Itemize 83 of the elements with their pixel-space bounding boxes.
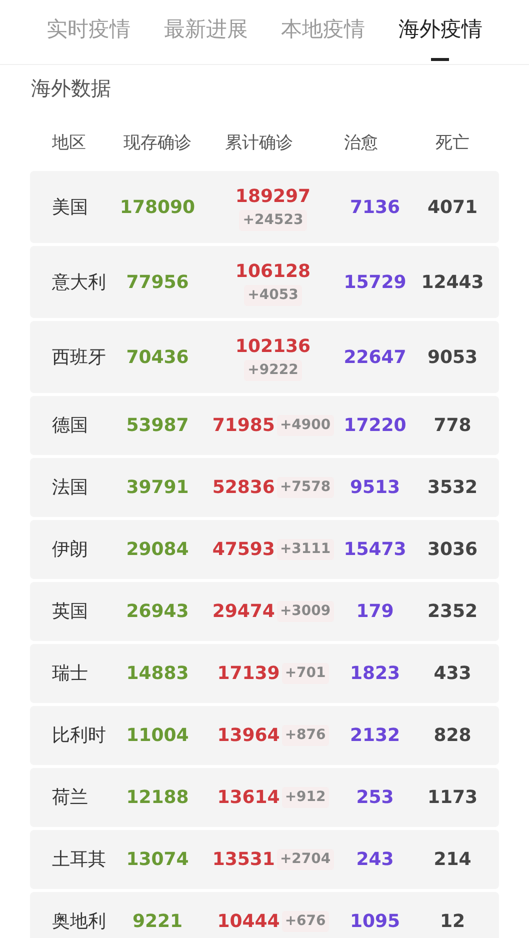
total-cases: 10444 — [217, 910, 280, 934]
death-count: 1173 — [426, 786, 479, 810]
column-header: 累计确诊 — [224, 132, 294, 155]
current-cases: 9221 — [131, 910, 184, 934]
death-count: 4071 — [426, 196, 479, 220]
region-name: 德国 — [51, 414, 89, 438]
current-cases: 13074 — [125, 848, 190, 872]
total-cases: 52836 — [212, 476, 275, 500]
cured-count: 22647 — [342, 346, 408, 370]
increase-badge: +24523 — [238, 210, 308, 231]
cured-count: 2132 — [348, 724, 402, 748]
cured-count: 7136 — [348, 196, 402, 220]
current-cases: 39791 — [125, 476, 190, 500]
cured-count: 9513 — [348, 476, 402, 500]
total-cases: 29474 — [212, 600, 275, 624]
region-name: 比利时 — [51, 724, 107, 748]
current-cases: 53987 — [125, 414, 190, 438]
region-name: 土耳其 — [51, 848, 107, 872]
total-cases: 13614 — [217, 786, 280, 810]
current-cases: 29084 — [125, 538, 190, 562]
increase-badge: +912 — [282, 787, 329, 808]
cured-count: 253 — [355, 786, 395, 810]
current-cases: 77956 — [125, 270, 190, 294]
region-name: 奥地利 — [51, 910, 107, 934]
cured-count: 1823 — [348, 662, 402, 686]
death-count: 214 — [432, 848, 472, 872]
current-cases: 178090 — [118, 196, 196, 220]
region-name: 美国 — [51, 196, 89, 220]
tab[interactable]: 最新进展 — [147, 0, 264, 64]
current-cases: 12188 — [125, 786, 190, 810]
active-tab-indicator — [431, 58, 450, 60]
increase-badge: +4053 — [244, 285, 302, 306]
region-name: 英国 — [51, 600, 89, 624]
section-title: 海外数据 — [30, 75, 112, 102]
region-name: 瑞士 — [51, 662, 89, 686]
total-cases: 13964 — [217, 724, 280, 748]
column-header: 现存确诊 — [122, 132, 192, 155]
current-cases: 11004 — [125, 724, 190, 748]
total-cases: 17139 — [217, 662, 280, 686]
total-cases: 71985 — [212, 414, 275, 438]
region-name: 意大利 — [51, 270, 107, 294]
death-count: 12 — [438, 910, 466, 934]
region-name: 法国 — [51, 476, 89, 500]
increase-badge: +3111 — [276, 539, 334, 560]
death-count: 3532 — [426, 476, 479, 500]
total-cases: 102136 — [235, 335, 311, 359]
total-cases: 47593 — [212, 538, 275, 562]
increase-badge: +9222 — [244, 360, 302, 381]
death-count: 9053 — [426, 346, 479, 370]
cured-count: 243 — [355, 848, 395, 872]
death-count: 2352 — [426, 600, 479, 624]
total-cases: 189297 — [235, 185, 311, 209]
increase-badge: +2704 — [276, 849, 334, 870]
region-name: 伊朗 — [51, 538, 89, 562]
tab[interactable]: 海外疫情 — [382, 0, 499, 64]
total-cases: 13531 — [212, 848, 275, 872]
tab[interactable]: 本地疫情 — [264, 0, 382, 64]
increase-badge: +3009 — [276, 601, 334, 622]
increase-badge: +676 — [282, 911, 329, 932]
column-header: 地区 — [51, 132, 87, 155]
region-name: 荷兰 — [51, 786, 89, 810]
death-count: 433 — [432, 662, 472, 686]
increase-badge: +876 — [282, 725, 329, 746]
current-cases: 70436 — [125, 346, 190, 370]
column-header: 死亡 — [434, 132, 470, 155]
death-count: 778 — [432, 414, 472, 438]
increase-badge: +7578 — [276, 477, 334, 498]
region-name: 西班牙 — [51, 346, 107, 370]
cured-count: 1095 — [348, 910, 402, 934]
cured-count: 179 — [355, 600, 395, 624]
cured-count: 15729 — [342, 270, 408, 294]
death-count: 12443 — [420, 270, 485, 294]
cured-count: 15473 — [342, 538, 408, 562]
current-cases: 14883 — [125, 662, 190, 686]
current-cases: 26943 — [125, 600, 190, 624]
death-count: 3036 — [426, 538, 479, 562]
total-cases: 106128 — [235, 260, 311, 284]
increase-badge: +4900 — [276, 415, 334, 436]
increase-badge: +701 — [282, 663, 329, 684]
death-count: 828 — [432, 724, 472, 748]
column-header: 治愈 — [343, 132, 379, 155]
cured-count: 17220 — [342, 414, 408, 438]
tab[interactable]: 实时疫情 — [30, 0, 148, 64]
